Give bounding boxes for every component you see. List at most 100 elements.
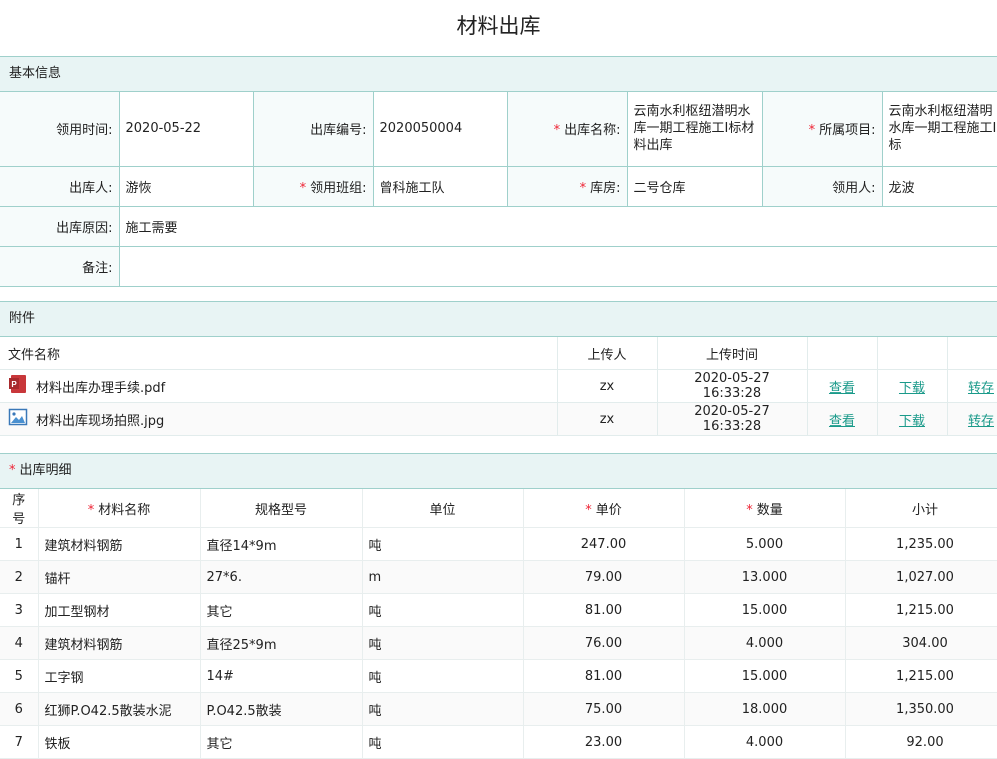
pdf-file-icon: P xyxy=(8,374,28,398)
table-row: 5 工字钢 14# 吨 81.00 15.000 1,215.00 xyxy=(0,659,997,693)
label-store: * 库房: xyxy=(506,165,628,207)
cell-qty: 5.000 xyxy=(684,527,846,561)
cell-price: 81.00 xyxy=(523,593,685,627)
transfer-link[interactable]: 转存 xyxy=(968,381,994,396)
cell-subtotal: 1,235.00 xyxy=(845,527,997,561)
cell-no: 1 xyxy=(0,527,39,561)
table-row: 4 建筑材料钢筋 直径25*9m 吨 76.00 4.000 304.00 xyxy=(0,626,997,660)
table-row: 6 红狮P.O42.5散装水泥 P.O42.5散装吨 75.00 18.000 1,350… xyxy=(0,692,997,726)
header-qty: * 数量 xyxy=(684,489,846,528)
label-time: 领用时间: xyxy=(0,92,120,167)
label-reason: 出库原因: xyxy=(0,205,120,247)
download-link[interactable]: 下载 xyxy=(899,381,925,396)
cell-unit: 吨 xyxy=(362,593,524,627)
cell-qty: 15.000 xyxy=(684,659,846,693)
attachment-file-name[interactable]: 材料出库办理手续.pdf xyxy=(36,377,165,396)
attachments-table: 文件名称 上传人 上传时间 P 材料出库办理手续.pdf zx 2020-05-… xyxy=(0,337,997,436)
label-outby: 出库人: xyxy=(0,165,120,207)
cell-unit: 吨 xyxy=(362,692,524,726)
value-reason: 施工需要 xyxy=(118,205,997,247)
cell-no: 6 xyxy=(0,692,39,726)
image-file-icon xyxy=(8,407,28,431)
cell-price: 247.00 xyxy=(523,527,685,561)
cell-material: 红狮P.O42.5散装水泥 xyxy=(38,692,201,726)
page-title: 材料出库 xyxy=(456,14,541,38)
attachment-time: 2020-05-27 16:33:28 xyxy=(657,369,808,403)
attachment-uploader: zx xyxy=(557,369,658,403)
cell-qty: 18.000 xyxy=(684,692,846,726)
cell-material: 加工型钢材 xyxy=(38,593,201,627)
label-remark: 备注: xyxy=(0,245,120,287)
cell-spec: 其它 xyxy=(200,593,363,627)
basic-info-table: 领用时间: 2020-05-22 出库编号: 2020050004 * 出库名称:… xyxy=(0,92,997,287)
cell-subtotal: 1,215.00 xyxy=(845,593,997,627)
cell-spec: P.O42.5散装 xyxy=(200,692,363,726)
value-project: 云南水利枢纽潜明水库一期工程施工I标 xyxy=(881,92,997,167)
table-row: 2 锚杆 27*6. m 79.00 13.000 1,027.00 xyxy=(0,560,997,594)
label-code: 出库编号: xyxy=(252,92,374,167)
value-outby: 游恢 xyxy=(118,165,254,207)
cell-unit: 吨 xyxy=(362,527,524,561)
cell-spec: 14# xyxy=(200,659,363,693)
header-uploader: 上传人 xyxy=(557,337,658,370)
table-row: 3 加工型钢材 其它吨 81.00 15.000 1,215.00 xyxy=(0,593,997,627)
cell-spec: 直径25*9m xyxy=(200,626,363,660)
header-file-name: 文件名称 xyxy=(0,337,558,370)
header-upload-time: 上传时间 xyxy=(657,337,808,370)
download-link[interactable]: 下载 xyxy=(899,414,925,429)
cell-material: 工字钢 xyxy=(38,659,201,693)
attachment-file-name[interactable]: 材料出库现场拍照.jpg xyxy=(36,410,164,429)
cell-unit: m xyxy=(362,560,524,594)
value-team: 曾科施工队 xyxy=(372,165,508,207)
cell-spec: 直径14*9m xyxy=(200,527,363,561)
cell-qty: 15.000 xyxy=(684,593,846,627)
view-link[interactable]: 查看 xyxy=(829,414,855,429)
cell-material: 建筑材料钢筋 xyxy=(38,527,201,561)
cell-price: 76.00 xyxy=(523,626,685,660)
header-subtotal: 小计 xyxy=(845,489,997,528)
value-code: 2020050004 xyxy=(372,92,508,167)
value-store: 二号仓库 xyxy=(626,165,763,207)
header-spec: 规格型号 xyxy=(200,489,363,528)
section-details: * 出库明细 xyxy=(0,453,997,489)
attachment-row: P 材料出库办理手续.pdf zx 2020-05-27 16:33:28 查看… xyxy=(0,369,997,403)
cell-no: 5 xyxy=(0,659,39,693)
label-team: * 领用班组: xyxy=(252,165,374,207)
label-project: * 所属项目: xyxy=(761,92,883,167)
details-table: 序号 * 材料名称 规格型号 单位 * 单价 * 数量 小计 1 建筑材料钢筋 直径14*… xyxy=(0,489,997,759)
section-attachments: 附件 xyxy=(0,301,997,337)
cell-unit: 吨 xyxy=(362,626,524,660)
cell-material: 锚杆 xyxy=(38,560,201,594)
attachment-row: 材料出库现场拍照.jpg zx 2020-05-27 16:33:28 查看 下… xyxy=(0,402,997,436)
cell-subtotal: 1,027.00 xyxy=(845,560,997,594)
table-row: 1 建筑材料钢筋 直径14*9m 吨 247.00 5.000 1,235.00 xyxy=(0,527,997,561)
svg-text:P: P xyxy=(11,380,17,389)
cell-no: 2 xyxy=(0,560,39,594)
cell-qty: 4.000 xyxy=(684,626,846,660)
cell-price: 79.00 xyxy=(523,560,685,594)
cell-no: 3 xyxy=(0,593,39,627)
label-name: * 出库名称: xyxy=(506,92,628,167)
cell-subtotal: 1,350.00 xyxy=(845,692,997,726)
cell-subtotal: 1,215.00 xyxy=(845,659,997,693)
attachment-time: 2020-05-27 16:33:28 xyxy=(657,402,808,436)
header-no: 序号 xyxy=(0,489,39,528)
cell-price: 75.00 xyxy=(523,692,685,726)
attachment-uploader: zx xyxy=(557,402,658,436)
header-price: * 单价 xyxy=(523,489,685,528)
value-remark xyxy=(118,245,997,287)
view-link[interactable]: 查看 xyxy=(829,381,855,396)
cell-no: 4 xyxy=(0,626,39,660)
header-material: * 材料名称 xyxy=(38,489,201,528)
cell-spec: 27*6. xyxy=(200,560,363,594)
cell-qty: 13.000 xyxy=(684,560,846,594)
header-unit: 单位 xyxy=(362,489,524,528)
cell-material: 建筑材料钢筋 xyxy=(38,626,201,660)
cell-unit: 吨 xyxy=(362,659,524,693)
cell-price: 81.00 xyxy=(523,659,685,693)
value-time: 2020-05-22 xyxy=(118,92,254,167)
transfer-link[interactable]: 转存 xyxy=(968,414,994,429)
section-basic-info: 基本信息 xyxy=(0,56,997,92)
value-receiver: 龙波 xyxy=(881,165,997,207)
cell-subtotal: 304.00 xyxy=(845,626,997,660)
